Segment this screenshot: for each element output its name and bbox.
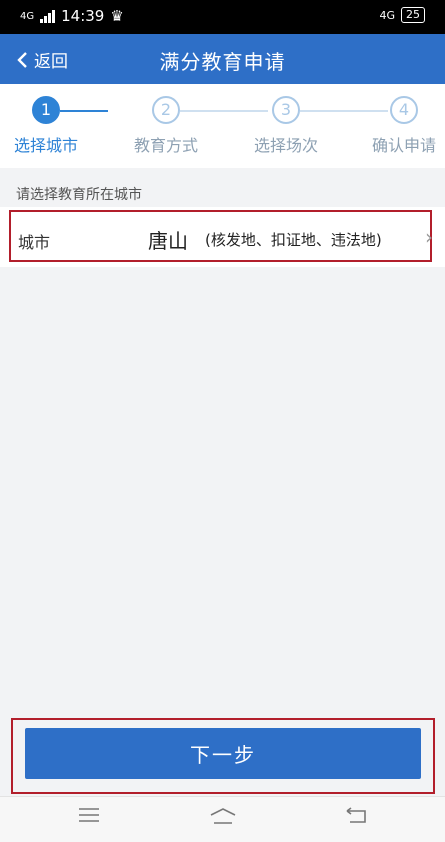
status-right: 4G 25 (379, 7, 425, 23)
title-bar: 返回 满分教育申请 (0, 34, 445, 84)
battery-icon: 25 (401, 7, 425, 23)
city-note: (核发地、扣证地、违法地) (205, 231, 382, 249)
system-nav-bar (0, 796, 445, 842)
step-2-label: 教育方式 (133, 136, 198, 155)
time: 14:39 (61, 7, 105, 25)
form-hint: 请选择教育所在城市 (16, 187, 142, 203)
step-1: 1 选择城市 (0, 96, 96, 156)
city-value: 唐山 (148, 229, 188, 253)
step-2-number: 2 (152, 96, 180, 124)
step-4-number: 4 (390, 96, 418, 124)
chevron-right-icon: › (425, 225, 433, 249)
step-3: 3 选择场次 (236, 96, 336, 156)
stepper: 1 选择城市 2 教育方式 3 选择场次 4 确认申请 (0, 84, 445, 168)
menu-icon[interactable] (78, 807, 100, 828)
next-step-button[interactable]: 下一步 (25, 728, 421, 779)
step-4: 4 确认申请 (354, 96, 445, 156)
network-right-label: 4G (379, 8, 395, 22)
status-bar: 4G 14:39 ♛ 4G 25 (0, 0, 445, 34)
page-title: 满分教育申请 (159, 50, 286, 74)
step-2: 2 教育方式 (116, 96, 216, 156)
city-label: 城市 (18, 233, 51, 252)
back-nav-icon[interactable] (345, 807, 369, 830)
crown-icon: ♛ (110, 7, 124, 25)
city-select-row[interactable]: 城市 唐山 (核发地、扣证地、违法地) › (0, 207, 445, 267)
signal-icon (40, 9, 56, 23)
home-icon[interactable] (209, 807, 237, 830)
network-label: 4G (20, 10, 35, 22)
step-4-label: 确认申请 (371, 136, 436, 155)
step-1-label: 选择城市 (13, 136, 78, 155)
status-left: 4G 14:39 ♛ (20, 7, 124, 25)
step-1-number: 1 (32, 96, 60, 124)
step-3-label: 选择场次 (253, 136, 318, 155)
step-3-number: 3 (272, 96, 300, 124)
battery-level: 25 (406, 8, 420, 21)
